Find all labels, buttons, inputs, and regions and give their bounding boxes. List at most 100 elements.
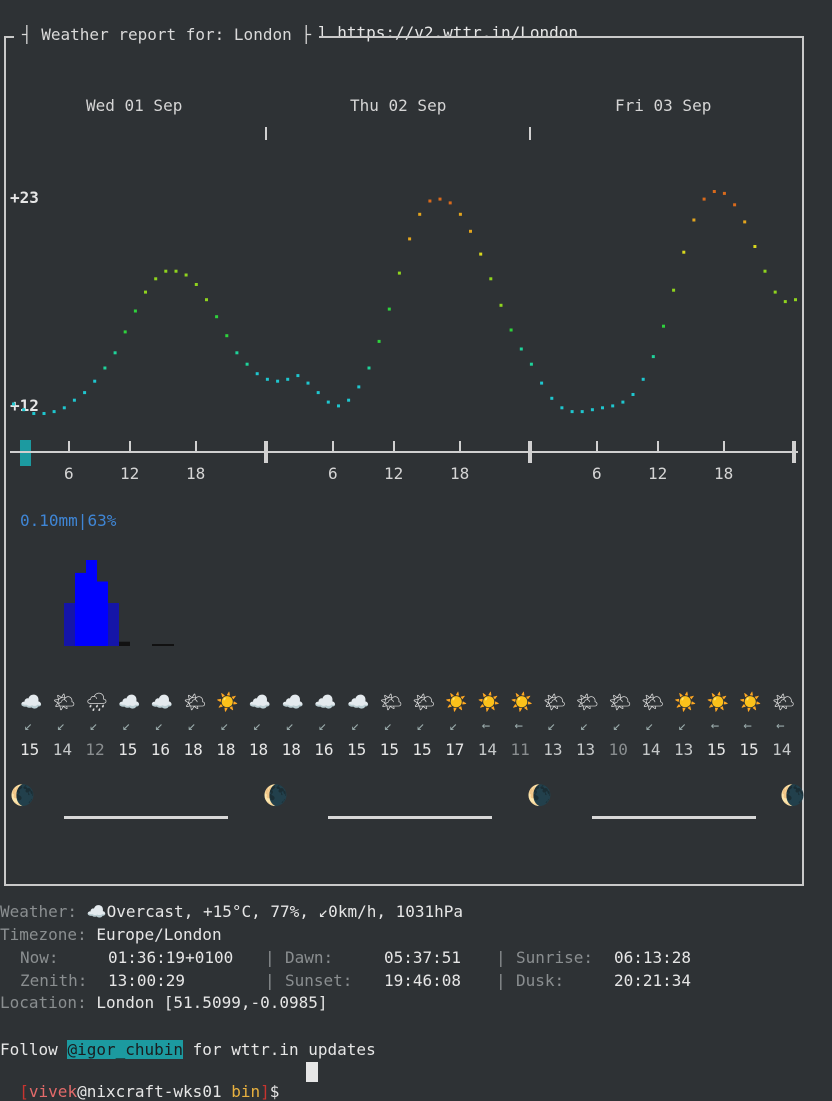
forecast-icon: 🌤 [52,692,76,713]
wind-speed: 15 [412,740,432,759]
temperature-point [570,410,574,414]
forecast-icon: ☀️ [477,692,501,713]
temperature-point [580,410,584,414]
forecast-icon: 🌤 [183,692,207,713]
forecast-icon: ☀️ [216,692,239,713]
twitter-handle-link[interactable]: @igor_chubin [67,1040,184,1059]
hour-label: 6 [592,464,602,483]
temperature-point [743,220,747,224]
temperature-point [255,372,259,376]
daylight-bar [328,816,492,819]
wind-direction-arrow: ↙ [285,718,295,734]
temperature-point [651,355,655,359]
temperature-point [438,197,442,201]
temperature-point [42,412,46,415]
forecast-icon: ☁️ [347,692,370,713]
temperature-point [519,347,523,351]
wind-direction-arrow: ↙ [579,718,589,734]
wind-speed: 11 [510,740,530,759]
temperature-point [489,277,493,281]
precipitation-bar [86,560,97,646]
temperature-point [773,290,777,294]
forecast-icon: 🌤 [608,692,632,713]
temperature-point [276,379,280,383]
wind-direction-arrow: ↙ [220,718,229,734]
temperature-point [22,408,26,412]
hour-label: 12 [384,464,404,483]
location-line: Location: London [51.5099,-0.0985] [0,993,328,1012]
temperature-point [611,404,615,408]
precipitation-bar [97,581,108,646]
wind-direction-arrow: ↙ [449,718,458,734]
wind-speed: 13 [543,740,563,759]
current-weather-line: Weather: ☁️Overcast, +15°C, 77%, ↙0km/h,… [0,902,464,921]
forecast-icon: 🌤 [379,692,403,713]
temperature-point [469,229,472,233]
hour-label: 6 [328,464,338,483]
temperature-point [205,298,208,302]
wind-speed: 15 [347,740,367,759]
precipitation-bar [64,603,75,646]
temperature-point [235,351,239,355]
forecast-icon: ☁️ [150,692,174,713]
temperature-point [662,324,665,328]
wind-speed: 14 [477,740,498,759]
temperature-point [458,212,462,216]
hour-label: 12 [648,464,668,483]
temperature-point [509,328,513,332]
dusk-label: Dusk: [516,971,565,990]
wind-direction-arrow: ← [481,718,491,734]
temperature-point [682,250,686,254]
now-value: 01:36:19+0100 [108,948,234,967]
wind-speed: 10 [608,740,628,759]
temperature-point [225,334,229,338]
wind-speed: 14 [772,740,792,759]
temperature-point [32,412,36,415]
temperature-point [154,277,158,281]
forecast-icon: 🌧 [85,692,109,713]
temperature-point [144,290,147,294]
temperature-point [72,398,76,402]
temperature-point [783,300,787,304]
wind-speed: 13 [674,740,694,759]
wind-direction-arrow: ← [776,718,785,734]
wind-direction-arrow: ↙ [612,718,622,734]
temperature-point [560,406,564,410]
forecast-icon: 🌤 [772,692,795,713]
temperature-point [722,191,726,195]
wind-speed: 12 [85,740,105,759]
forecast-icon: ☁️ [118,692,141,713]
temperature-point [448,201,452,205]
temperature-point [215,315,219,319]
moon-phase-icon: 🌘 [780,783,805,807]
temperature-point [479,252,483,256]
temperature-point [133,309,137,313]
sunrise-value: 06:13:28 [614,948,692,967]
temperature-point [540,381,544,385]
wind-speed: 15 [379,740,399,759]
forecast-icon: 🌤 [641,692,665,713]
temperature-point [763,269,767,273]
dawn-label: Dawn: [285,948,334,967]
terminal-cursor[interactable] [306,1062,318,1082]
temperature-point [296,374,300,378]
temperature-point [702,197,706,201]
temperature-point [337,404,340,408]
forecast-icon: ☁️ [281,692,305,713]
moon-phase-icon: 🌘 [10,783,35,807]
hour-label: 18 [450,464,470,483]
temperature-point [123,330,127,334]
temperature-point [529,362,533,366]
wind-direction-arrow: ↙ [383,718,393,734]
precipitation-bar [119,641,130,646]
forecast-icon: ☁️ [314,692,337,713]
temperature-point [164,269,168,273]
forecast-icon: 🌤 [575,692,599,713]
moon-phase-icon: 🌘 [263,783,288,807]
temperature-point [550,396,554,400]
temperature-point [408,237,412,241]
wind-direction-arrow: ↙ [89,718,98,734]
temperature-point [286,377,290,381]
temperature-point [194,283,198,286]
temperature-point [794,298,797,302]
